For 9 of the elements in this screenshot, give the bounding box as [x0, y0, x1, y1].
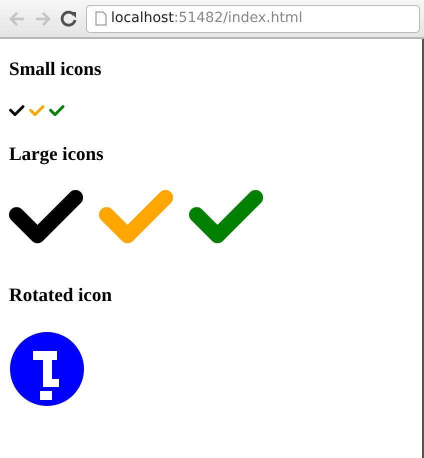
section-heading: Rotated icon: [9, 284, 113, 307]
url-text: localhost:51482/index.html: [111, 9, 302, 28]
section-heading: Large icons: [9, 144, 104, 166]
back-arrow-icon[interactable]: [8, 10, 26, 26]
page-icon: [95, 11, 107, 26]
address-bar[interactable]: localhost:51482/index.html: [86, 4, 420, 32]
reload-icon[interactable]: [60, 10, 78, 28]
section-heading: Small icons: [9, 59, 102, 81]
forward-arrow-icon[interactable]: [34, 10, 52, 26]
